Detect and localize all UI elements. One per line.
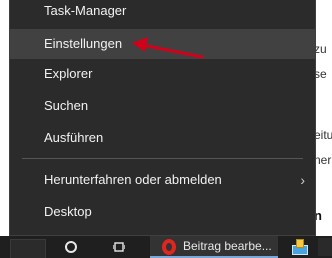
menu-item-label: Ausführen [44, 130, 104, 145]
taskbar: Beitrag bearbe... [0, 236, 332, 258]
menu-item-label: Explorer [44, 66, 93, 81]
menu-separator [22, 158, 303, 159]
red-arrow-icon [132, 37, 204, 59]
windows-start-icon[interactable] [10, 239, 46, 258]
taskbar-app-opera[interactable]: Beitrag bearbe... [150, 236, 278, 258]
menu-item-shutdown-signout[interactable]: Herunterfahren oder abmelden › [10, 165, 315, 195]
menu-item-run[interactable]: Ausführen [10, 123, 315, 153]
menu-item-desktop[interactable]: Desktop [10, 197, 315, 227]
menu-item-search[interactable]: Suchen [10, 91, 315, 121]
taskbar-app-title: Beitrag bearbe... [183, 239, 272, 253]
task-view-icon[interactable] [113, 241, 125, 253]
menu-item-label: Einstellungen [44, 36, 123, 51]
menu-item-label: Herunterfahren oder abmelden [44, 172, 222, 187]
menu-item-task-manager[interactable]: Task-Manager [10, 0, 315, 26]
opera-icon [162, 239, 176, 255]
background-text-fragment: eitu [314, 128, 332, 142]
tray-overflow[interactable] [318, 238, 332, 256]
chevron-right-icon: › [300, 172, 305, 188]
menu-item-label: Suchen [44, 98, 89, 113]
menu-item-label: Task-Manager [44, 3, 127, 18]
notification-tray-icon[interactable] [292, 239, 308, 255]
menu-item-explorer[interactable]: Explorer [10, 59, 315, 89]
search-circle-icon[interactable] [65, 241, 77, 253]
menu-item-label: Desktop [44, 204, 92, 219]
background-text-fragment: ner [314, 153, 332, 167]
